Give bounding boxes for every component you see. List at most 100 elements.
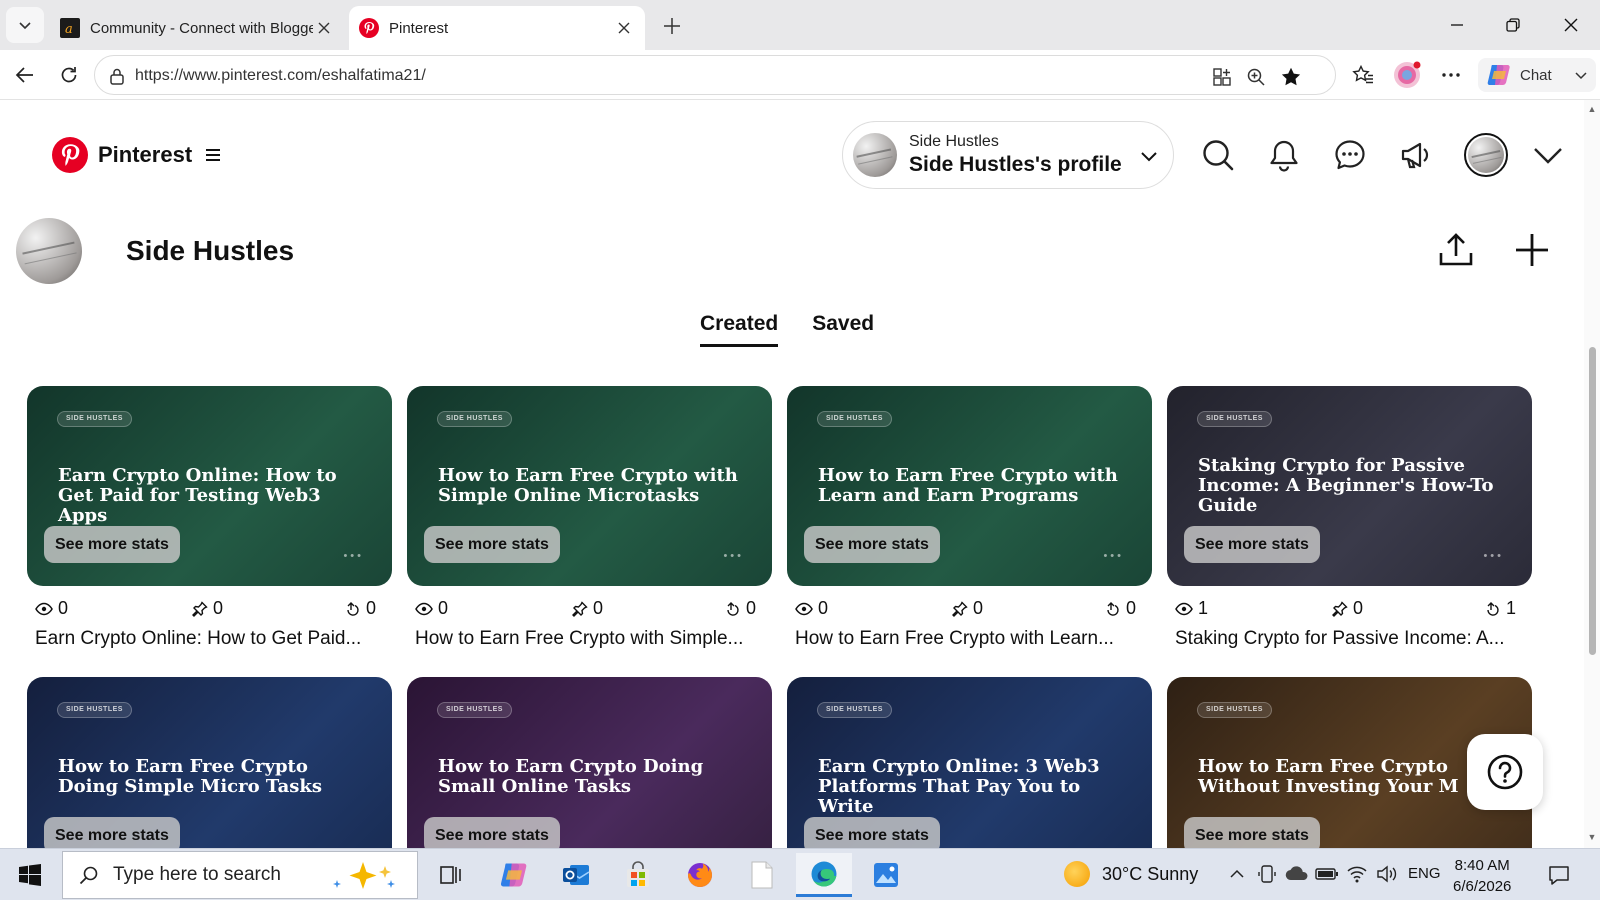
favorite-star-icon[interactable]: [1278, 64, 1304, 90]
notepad-app[interactable]: [734, 853, 790, 897]
taskbar-clock[interactable]: 8:40 AM 6/6/2026: [1453, 855, 1511, 897]
pin-title[interactable]: Staking Crypto for Passive Income: A...: [1167, 628, 1532, 650]
pin-image[interactable]: SIDE HUSTLES Staking Crypto for Passive …: [1167, 386, 1532, 586]
edge-app[interactable]: [796, 853, 852, 897]
firefox-app[interactable]: [672, 853, 728, 897]
zoom-icon[interactable]: [1243, 64, 1269, 90]
see-more-stats-button[interactable]: See more stats: [44, 817, 180, 848]
volume-icon[interactable]: [1374, 861, 1400, 887]
profile-avatar[interactable]: [16, 218, 82, 284]
scroll-down-icon[interactable]: ▼: [1587, 832, 1597, 842]
see-more-stats-button[interactable]: See more stats: [1184, 817, 1320, 848]
pin-chip: SIDE HUSTLES: [57, 411, 132, 427]
scroll-up-icon[interactable]: ▲: [1587, 104, 1597, 114]
tab-created[interactable]: Created: [700, 312, 779, 347]
copilot-chat-button[interactable]: Chat: [1478, 58, 1596, 92]
pin-chip: SIDE HUSTLES: [817, 411, 892, 427]
plus-icon: [664, 18, 680, 34]
back-button[interactable]: [8, 58, 42, 92]
start-button[interactable]: [8, 857, 52, 893]
pin-image[interactable]: SIDE HUSTLES How to Earn Free Crypto wit…: [407, 386, 772, 586]
refresh-button[interactable]: [52, 58, 86, 92]
more-options-icon[interactable]: [1436, 60, 1466, 90]
see-more-stats-button[interactable]: See more stats: [804, 817, 940, 848]
hamburger-menu-icon[interactable]: [204, 146, 222, 164]
community-favicon-icon: a: [60, 18, 80, 38]
lock-icon[interactable]: [107, 66, 127, 86]
header-profile-avatar[interactable]: [1464, 133, 1508, 177]
page-scrollbar[interactable]: ▲ ▼: [1584, 100, 1600, 848]
pin-card[interactable]: SIDE HUSTLES Staking Crypto for Passive …: [1167, 386, 1532, 650]
notifications-button[interactable]: [1545, 861, 1573, 889]
pinterest-brand[interactable]: Pinterest: [52, 137, 222, 173]
pin-image[interactable]: SIDE HUSTLES Earn Crypto Online: 3 Web3 …: [787, 677, 1152, 848]
pin-stats: 0 0 0: [787, 596, 1152, 624]
restore-button[interactable]: [1490, 6, 1536, 44]
account-switcher[interactable]: Side Hustles Side Hustles's profile: [842, 121, 1174, 189]
pin-image[interactable]: SIDE HUSTLES Earn Crypto Online: How to …: [27, 386, 392, 586]
see-more-stats-button[interactable]: See more stats: [804, 526, 940, 563]
pinterest-logo-icon[interactable]: [52, 137, 88, 173]
pin-card[interactable]: SIDE HUSTLES How to Earn Free Crypto Doi…: [27, 677, 392, 848]
pin-card[interactable]: SIDE HUSTLES Earn Crypto Online: 3 Web3 …: [787, 677, 1152, 848]
pin-image[interactable]: SIDE HUSTLES How to Earn Free Crypto wit…: [787, 386, 1152, 586]
onedrive-cloud-icon[interactable]: [1284, 861, 1310, 887]
search-icon: [79, 866, 98, 885]
chevron-down-icon[interactable]: [1139, 146, 1159, 166]
wifi-icon[interactable]: [1344, 861, 1370, 887]
create-button[interactable]: [1510, 228, 1554, 272]
minimize-button[interactable]: [1434, 6, 1480, 44]
see-more-stats-button[interactable]: See more stats: [44, 526, 180, 563]
tab-list-button[interactable]: [6, 7, 44, 43]
scrollbar-thumb[interactable]: [1589, 347, 1596, 655]
see-more-stats-button[interactable]: See more stats: [1184, 526, 1320, 563]
microsoft-store-app[interactable]: [610, 853, 666, 897]
device-icon[interactable]: [1254, 861, 1280, 887]
url-text[interactable]: https://www.pinterest.com/eshalfatima21/: [135, 67, 426, 85]
show-hidden-icons-icon[interactable]: [1224, 861, 1250, 887]
close-tab-icon[interactable]: [613, 17, 635, 39]
weather-widget[interactable]: 30°C Sunny: [1064, 861, 1198, 887]
favorites-icon[interactable]: [1348, 60, 1378, 90]
see-more-stats-button[interactable]: See more stats: [424, 817, 560, 848]
updates-megaphone-icon[interactable]: [1396, 135, 1436, 175]
pin-card[interactable]: SIDE HUSTLES Earn Crypto Online: How to …: [27, 386, 392, 650]
new-tab-button[interactable]: [655, 9, 689, 43]
close-tab-icon[interactable]: [313, 17, 335, 39]
messages-icon[interactable]: [1330, 135, 1370, 175]
pin-image[interactable]: SIDE HUSTLES How to Earn Crypto Doing Sm…: [407, 677, 772, 848]
notifications-bell-icon[interactable]: [1264, 135, 1304, 175]
task-view-button[interactable]: [423, 853, 479, 897]
see-more-stats-button[interactable]: See more stats: [424, 526, 560, 563]
close-window-button[interactable]: [1548, 6, 1594, 44]
pin-card[interactable]: SIDE HUSTLES How to Earn Free Crypto wit…: [787, 386, 1152, 650]
pin-card[interactable]: SIDE HUSTLES How to Earn Crypto Doing Sm…: [407, 677, 772, 848]
help-button[interactable]: [1467, 734, 1543, 810]
tab-saved[interactable]: Saved: [812, 312, 874, 347]
pin-title[interactable]: How to Earn Free Crypto with Learn...: [787, 628, 1152, 650]
tab-pinterest[interactable]: Pinterest: [349, 6, 645, 50]
taskbar-search-box[interactable]: Type here to search: [62, 851, 418, 899]
outlook-app[interactable]: [548, 853, 604, 897]
pin-title[interactable]: Earn Crypto Online: How to Get Paid...: [27, 628, 392, 650]
battery-icon[interactable]: [1314, 861, 1340, 887]
close-icon: [1564, 18, 1578, 32]
profile-avatar-icon[interactable]: [1392, 60, 1422, 90]
search-placeholder: Type here to search: [113, 864, 281, 885]
app-available-icon[interactable]: [1209, 64, 1235, 90]
pin-image[interactable]: SIDE HUSTLES How to Earn Free Crypto Doi…: [27, 677, 392, 848]
search-icon[interactable]: [1198, 135, 1238, 175]
pin-card[interactable]: SIDE HUSTLES How to Earn Free Crypto wit…: [407, 386, 772, 650]
pin-title[interactable]: How to Earn Free Crypto with Simple...: [407, 628, 772, 650]
outbound-count: 1: [1506, 598, 1517, 618]
tab-community[interactable]: a Community - Connect with Blogge: [50, 6, 345, 50]
address-bar[interactable]: https://www.pinterest.com/eshalfatima21/: [94, 55, 1336, 95]
pin-chip: SIDE HUSTLES: [437, 702, 512, 718]
brand-name[interactable]: Pinterest: [98, 142, 192, 168]
account-menu-chevron-icon[interactable]: [1528, 135, 1568, 175]
copilot-app[interactable]: [486, 853, 542, 897]
pin-icon: [192, 600, 208, 617]
share-profile-button[interactable]: [1434, 228, 1478, 272]
photos-app[interactable]: [858, 853, 914, 897]
language-indicator[interactable]: ENG: [1408, 865, 1441, 882]
